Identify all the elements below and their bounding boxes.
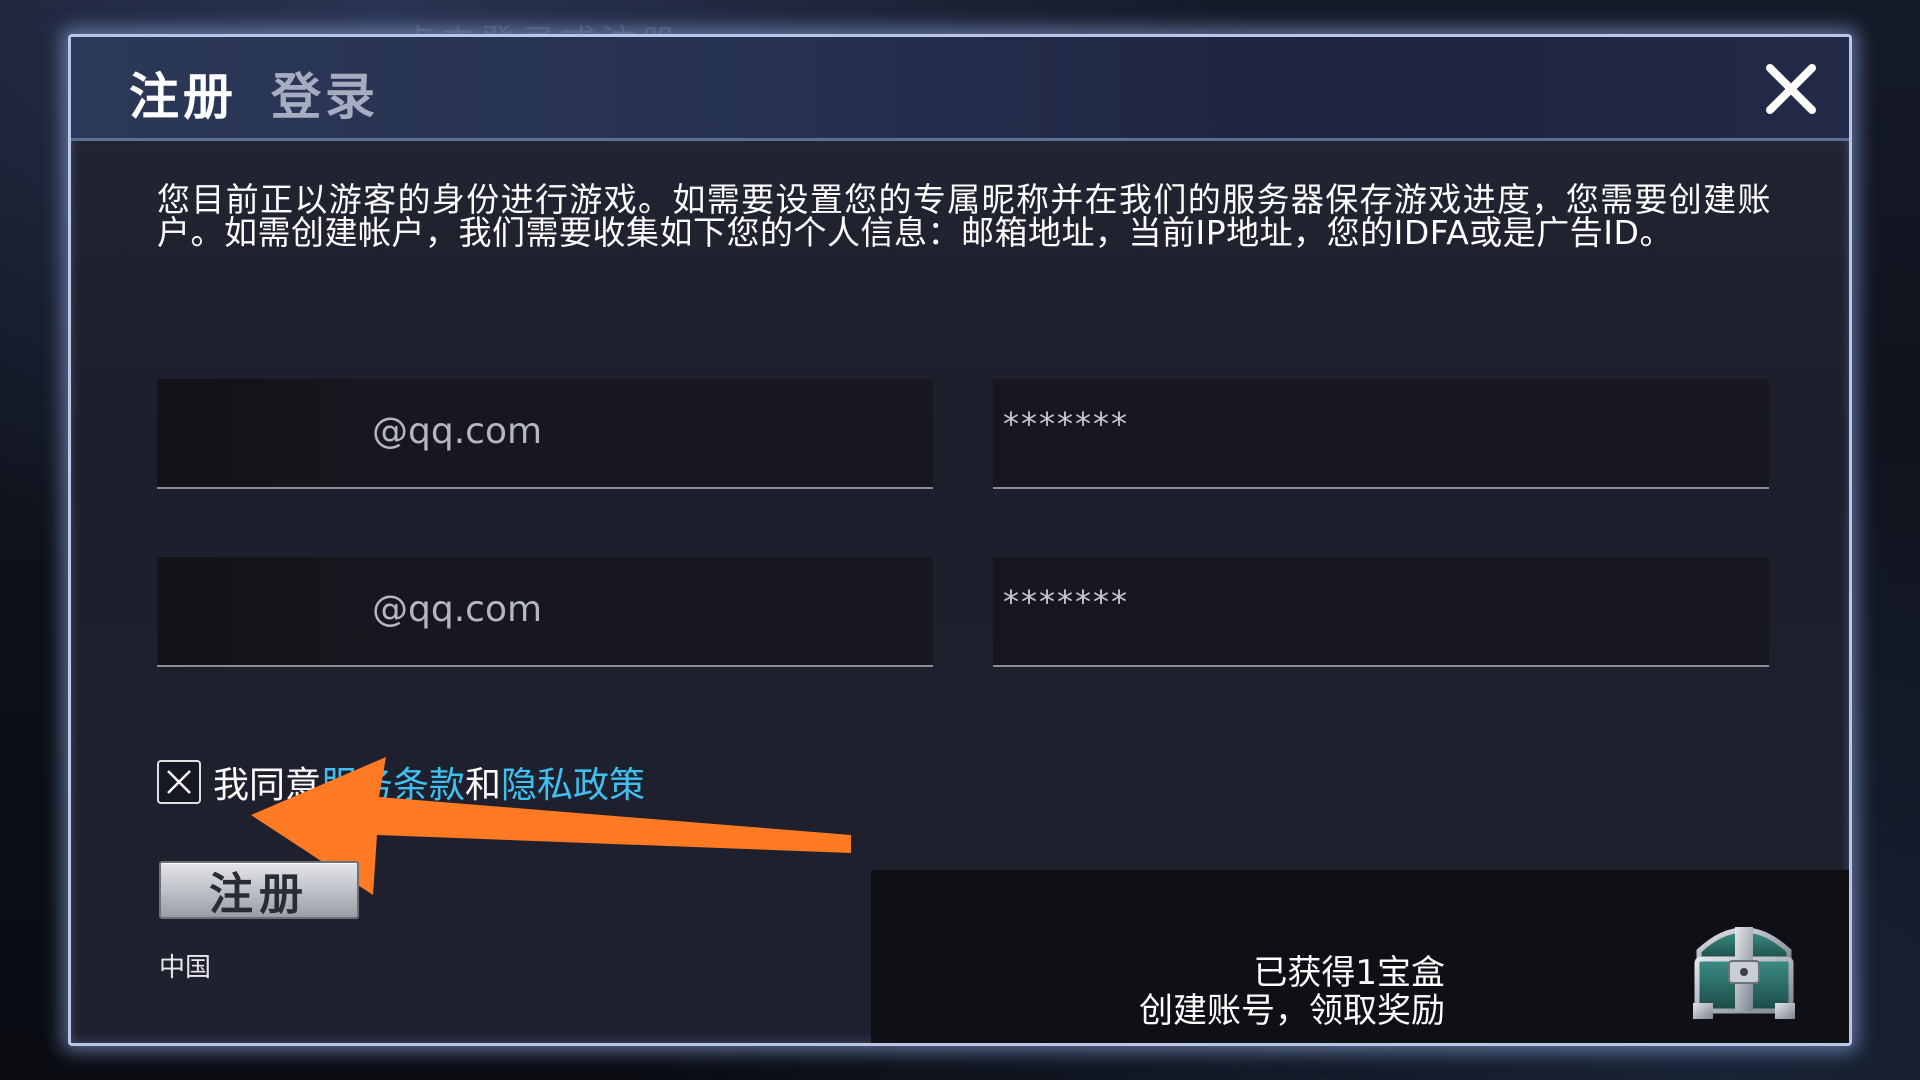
privacy-policy-link[interactable]: 隐私政策 xyxy=(501,756,645,808)
consent-row: 我同意 服务条款 和 隐私政策 xyxy=(157,756,645,808)
password-confirm-field[interactable]: ******* xyxy=(993,557,1769,667)
terms-of-service-link[interactable]: 服务条款 xyxy=(321,756,465,808)
treasure-chest-icon xyxy=(1693,927,1795,1019)
reward-text: 已获得1宝盒 创建账号，领取奖励 xyxy=(1139,954,1445,1030)
tab-login[interactable]: 登录 xyxy=(271,57,379,129)
tab-register[interactable]: 注册 xyxy=(129,57,237,129)
region-selector[interactable]: 中国 xyxy=(159,947,211,984)
blurred-email-prefix xyxy=(157,379,367,487)
blurred-email-prefix xyxy=(157,557,367,665)
email-field[interactable]: @qq.com xyxy=(157,379,933,489)
email-value: @qq.com xyxy=(372,411,543,452)
password-value: ******* xyxy=(1003,405,1129,443)
close-button[interactable] xyxy=(1755,53,1827,125)
reward-line-2: 创建账号，领取奖励 xyxy=(1139,991,1445,1031)
privacy-info-text: 您目前正以游客的身份进行游戏。如需要设置您的专属昵称并在我们的服务器保存游戏进度… xyxy=(157,180,1771,252)
password-field[interactable]: ******* xyxy=(993,379,1769,489)
register-button[interactable]: 注册 xyxy=(159,861,359,920)
email-confirm-value: @qq.com xyxy=(372,589,543,630)
consent-checkbox[interactable] xyxy=(157,760,201,804)
dialog-header: 注册 登录 xyxy=(71,37,1849,141)
password-confirm-value: ******* xyxy=(1003,583,1129,621)
email-confirm-field[interactable]: @qq.com xyxy=(157,557,933,667)
consent-prefix: 我同意 xyxy=(213,765,322,806)
consent-conjunction: 和 xyxy=(465,765,502,806)
close-icon xyxy=(1766,64,1816,114)
checkbox-cross-icon xyxy=(167,770,191,794)
reward-line-1: 已获得1宝盒 xyxy=(1253,953,1445,993)
register-dialog: 注册 登录 您目前正以游客的身份进行游戏。如需要设置您的专属昵称并在我们的服务器… xyxy=(68,34,1852,1046)
